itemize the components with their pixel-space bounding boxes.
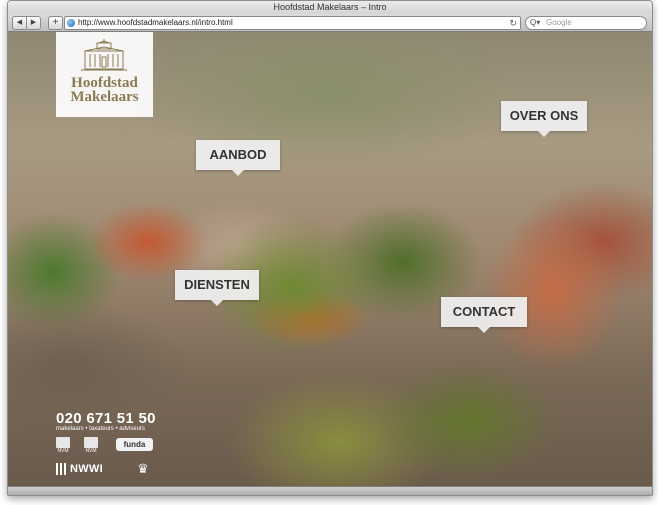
phone-number: 020 671 51 50 (56, 410, 156, 427)
nwwi-badge[interactable]: NWWI (56, 461, 112, 477)
nvm-logo-icon (56, 437, 70, 448)
site-logo[interactable]: Hoofdstad Makelaars (56, 32, 153, 117)
building-logo-icon (81, 39, 127, 71)
nvm-badge-1[interactable]: NVM (56, 437, 70, 454)
nwwi-bars-icon (56, 463, 68, 475)
reload-icon[interactable]: ↻ (509, 17, 517, 29)
funda-badge[interactable]: funda (116, 438, 153, 451)
nvm-badge-2[interactable]: NVM (84, 437, 98, 454)
nav-aanbod[interactable]: AANBOD (196, 140, 280, 176)
add-bookmark-button[interactable]: + (48, 16, 63, 30)
nav-contact[interactable]: CONTACT (441, 297, 527, 333)
nvm-badge-1-label: NVM (57, 448, 69, 454)
nav-over-ons[interactable]: OVER ONS (501, 101, 587, 137)
browser-window: Hoofdstad Makelaars – Intro ◀ ▶ + http:/… (7, 0, 653, 496)
forward-button[interactable]: ▶ (26, 16, 41, 30)
tagline: makelaars • taxateurs • adviseurs (56, 426, 145, 432)
window-title: Hoofdstad Makelaars – Intro (8, 1, 652, 14)
status-bar (8, 486, 652, 495)
search-icon[interactable]: Q▾ (530, 17, 540, 29)
nvm-badge-2-label: NVM (85, 448, 97, 454)
search-placeholder[interactable]: Google (546, 17, 572, 29)
address-url[interactable]: http://www.hoofdstadmakelaars.nl/intro.h… (78, 17, 233, 29)
address-bar[interactable]: http://www.hoofdstadmakelaars.nl/intro.h… (64, 16, 521, 30)
nwwi-label: NWWI (70, 463, 103, 475)
search-field[interactable]: Q▾ Google (525, 16, 647, 30)
crown-icon[interactable]: ♛ (136, 461, 150, 477)
browser-toolbar: ◀ ▶ + http://www.hoofdstadmakelaars.nl/i… (8, 14, 652, 32)
back-button[interactable]: ◀ (12, 16, 27, 30)
nvm-logo-icon (84, 437, 98, 448)
logo-line-2: Makelaars (70, 89, 139, 105)
page-content: Hoofdstad Makelaars OVER ONS AANBOD DIEN… (8, 32, 652, 486)
globe-icon (67, 19, 75, 27)
nav-diensten[interactable]: DIENSTEN (175, 270, 259, 306)
